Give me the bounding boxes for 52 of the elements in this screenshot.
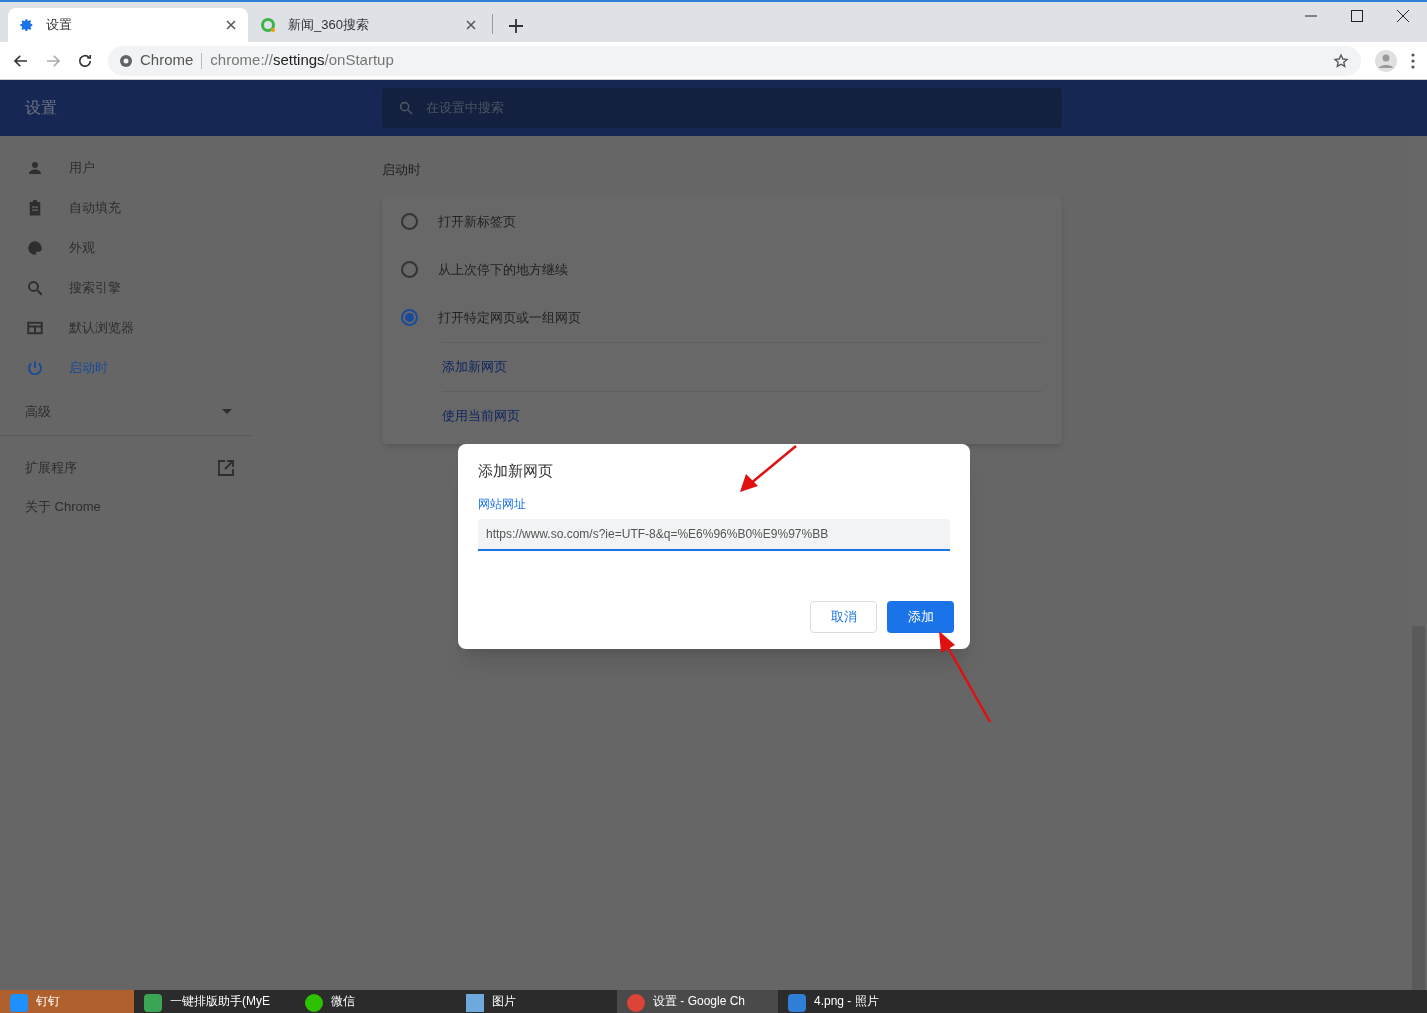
browser-tab[interactable]: 设置	[8, 8, 248, 42]
radio-option[interactable]: 打开新标签页	[382, 197, 1062, 246]
app-icon	[627, 994, 645, 1012]
url-text: chrome://settings/onStartup	[210, 50, 394, 71]
cancel-button[interactable]: 取消	[810, 601, 877, 633]
new-tab-icon[interactable]	[509, 19, 523, 33]
action-link[interactable]: 添加新网页	[442, 356, 507, 377]
power-icon	[26, 359, 44, 377]
settings-icon	[20, 18, 34, 32]
person-icon	[26, 159, 44, 177]
app-icon	[466, 994, 484, 1012]
field-label: 网站网址	[478, 495, 526, 513]
star-icon[interactable]	[1333, 52, 1349, 69]
radio-button[interactable]	[401, 309, 418, 326]
browser-tab[interactable]: 新闻_360搜索	[248, 8, 488, 42]
palette-icon	[26, 239, 44, 257]
add-button[interactable]: 添加	[887, 601, 954, 633]
address-bar[interactable]: Chrome chrome://settings/onStartup	[108, 45, 1361, 76]
option-label: 打开新标签页	[438, 212, 516, 231]
close-icon[interactable]	[1397, 10, 1409, 22]
sidebar-item[interactable]: 启动时	[0, 348, 252, 388]
tab-title: 设置	[46, 16, 73, 35]
app-icon	[788, 994, 806, 1012]
avatar-icon[interactable]	[1375, 49, 1397, 72]
menu-icon[interactable]	[1411, 52, 1415, 69]
close-icon[interactable]	[466, 20, 476, 30]
url-input-field[interactable]: https://www.so.com/s?ie=UTF-8&q=%E6%96%B0%E9%97%BB	[478, 518, 950, 551]
taskbar-item[interactable]: 钉钉	[0, 990, 134, 1013]
app-icon	[305, 994, 323, 1012]
caret-icon	[222, 409, 232, 414]
section-title: 启动时	[382, 161, 422, 179]
radio-button[interactable]	[401, 261, 418, 278]
action-link[interactable]: 使用当前网页	[442, 405, 520, 426]
tab-title: 新闻_360搜索	[288, 16, 370, 35]
radio-option[interactable]: 从上次停下的地方继续	[382, 245, 1062, 294]
search-icon	[26, 279, 44, 297]
search-icon	[398, 100, 414, 116]
taskbar-item[interactable]: 设置 - Google Ch	[617, 990, 778, 1013]
maximize-icon[interactable]	[1351, 10, 1363, 22]
radio-button[interactable]	[401, 213, 418, 230]
close-icon[interactable]	[226, 20, 236, 30]
page-title: 设置	[24, 98, 58, 118]
option-label: 从上次停下的地方继续	[438, 260, 568, 279]
origin-label: Chrome	[140, 50, 194, 71]
annotation-arrow	[738, 444, 798, 494]
ring-logo-icon	[260, 17, 276, 33]
browser-window-icon	[26, 319, 44, 337]
chrome-logo-icon	[120, 54, 132, 67]
dialog-title: 添加新网页	[478, 461, 553, 481]
app-icon	[10, 994, 28, 1012]
app-icon	[144, 994, 162, 1012]
external-link-icon	[218, 460, 234, 476]
